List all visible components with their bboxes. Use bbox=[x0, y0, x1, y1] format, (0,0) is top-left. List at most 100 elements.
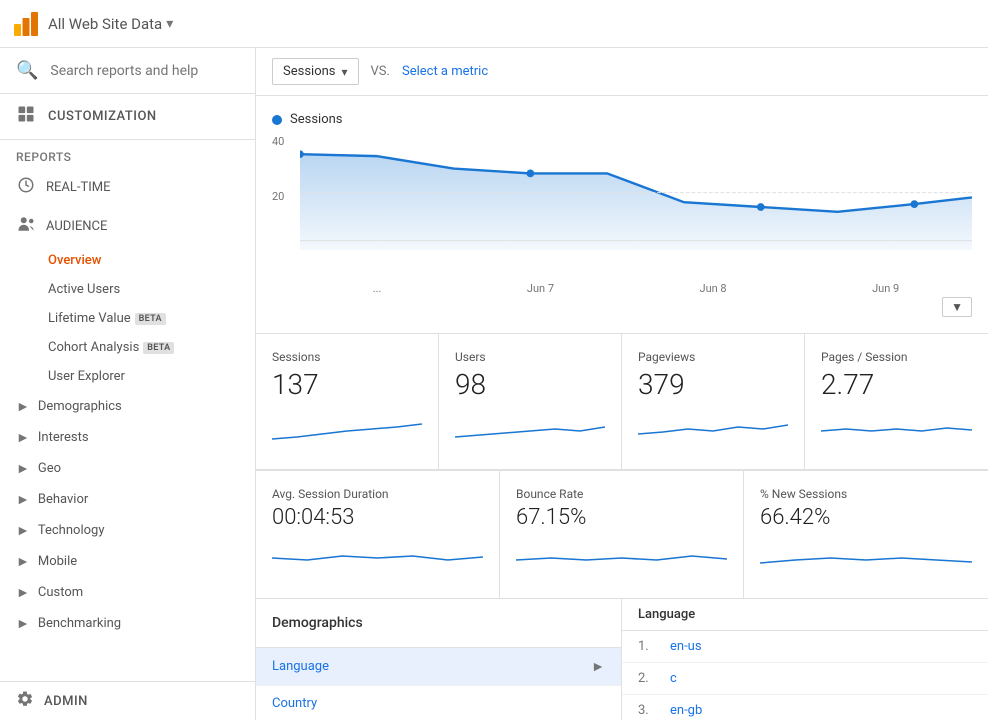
demo-item-country-link: Country bbox=[272, 696, 317, 711]
behavior-label: Behavior bbox=[38, 492, 88, 507]
stat-card-pageviews: Pageviews 379 bbox=[622, 334, 805, 470]
stat-label-pages-session: Pages / Session bbox=[821, 350, 972, 364]
site-name-text: All Web Site Data bbox=[48, 15, 162, 33]
stat-label-avg-duration: Avg. Session Duration bbox=[272, 487, 483, 501]
select-metric-link[interactable]: Select a metric bbox=[402, 64, 488, 79]
demo-item-country[interactable]: Country bbox=[256, 686, 621, 720]
search-icon: 🔍 bbox=[16, 60, 38, 81]
sidebar-sub-user-explorer[interactable]: User Explorer bbox=[0, 362, 255, 391]
sidebar-customization[interactable]: CUSTOMIZATION bbox=[0, 94, 255, 140]
stat-label-new-sessions: % New Sessions bbox=[760, 487, 972, 501]
language-table: Language 1. en-us 2. c 3. en-gb 4. en-ca bbox=[622, 599, 988, 720]
stat-card-bounce-rate: Bounce Rate 67.15% bbox=[500, 471, 744, 598]
stat-label-bounce-rate: Bounce Rate bbox=[516, 487, 727, 501]
realtime-label: REAL-TIME bbox=[46, 180, 111, 195]
lang-row-1: 1. en-us bbox=[622, 631, 988, 663]
custom-label: Custom bbox=[38, 585, 83, 600]
sessions-legend-label: Sessions bbox=[290, 112, 343, 127]
x-label-jun8: Jun 8 bbox=[700, 282, 727, 295]
stat-card-pages-session: Pages / Session 2.77 bbox=[805, 334, 988, 470]
stat-value-pages-session: 2.77 bbox=[821, 368, 972, 401]
technology-label: Technology bbox=[38, 523, 105, 538]
sidebar-item-realtime[interactable]: REAL-TIME bbox=[0, 168, 255, 207]
sessions-dropdown[interactable]: Sessions ▾ bbox=[272, 58, 359, 85]
mini-chart-sessions bbox=[272, 409, 422, 449]
demo-item-language[interactable]: Language ► bbox=[256, 648, 621, 686]
content-area: Sessions ▾ VS. Select a metric Sessions … bbox=[256, 48, 988, 720]
technology-arrow-icon: ► bbox=[16, 522, 30, 539]
stat-card-new-sessions: % New Sessions 66.42% bbox=[744, 471, 988, 598]
stat-label-sessions: Sessions bbox=[272, 350, 422, 364]
logo-area: All Web Site Data ▾ bbox=[12, 10, 173, 38]
sidebar-item-behavior[interactable]: ► Behavior bbox=[0, 484, 255, 515]
sidebar-item-demographics[interactable]: ► Demographics bbox=[0, 391, 255, 422]
stat-card-avg-duration: Avg. Session Duration 00:04:53 bbox=[256, 471, 500, 598]
sessions-legend-dot bbox=[272, 115, 282, 125]
x-label-start: ... bbox=[373, 282, 382, 295]
vs-label: VS. bbox=[371, 64, 390, 79]
reports-section-header: Reports bbox=[0, 140, 255, 168]
stat-value-sessions: 137 bbox=[272, 368, 422, 401]
chart-x-labels: ... Jun 7 Jun 8 Jun 9 bbox=[300, 282, 972, 295]
cohort-analysis-label: Cohort Analysis bbox=[48, 340, 139, 355]
mobile-arrow-icon: ► bbox=[16, 553, 30, 570]
audience-icon bbox=[16, 215, 36, 238]
lang-row-3: 3. en-gb bbox=[622, 695, 988, 720]
sidebar-sub-active-users[interactable]: Active Users bbox=[0, 275, 255, 304]
site-name[interactable]: All Web Site Data ▾ bbox=[48, 15, 173, 33]
stat-value-new-sessions: 66.42% bbox=[760, 505, 972, 530]
interests-arrow-icon: ► bbox=[16, 429, 30, 446]
stat-label-pageviews: Pageviews bbox=[638, 350, 788, 364]
demographics-arrow-icon: ► bbox=[16, 398, 30, 415]
chart-y-mid: 20 bbox=[272, 190, 284, 203]
behavior-arrow-icon: ► bbox=[16, 491, 30, 508]
realtime-icon bbox=[16, 176, 36, 199]
lifetime-value-badge: BETA bbox=[135, 313, 166, 325]
lang-link-2[interactable]: c bbox=[670, 671, 677, 686]
sidebar-sub-overview[interactable]: Overview bbox=[0, 246, 255, 275]
x-label-jun7: Jun 7 bbox=[527, 282, 554, 295]
x-label-jun9: Jun 9 bbox=[872, 282, 899, 295]
chart-area: Sessions 40 20 bbox=[256, 96, 988, 334]
stat-value-avg-duration: 00:04:53 bbox=[272, 505, 483, 530]
active-users-label: Active Users bbox=[48, 282, 120, 297]
sidebar-sub-cohort-analysis[interactable]: Cohort Analysis BETA bbox=[0, 333, 255, 362]
chart-svg bbox=[300, 135, 972, 250]
lang-link-3[interactable]: en-gb bbox=[670, 703, 702, 718]
mini-chart-avg-duration bbox=[272, 538, 483, 578]
sidebar-search[interactable]: 🔍 Search reports and help bbox=[0, 48, 255, 94]
sidebar-item-geo[interactable]: ► Geo bbox=[0, 453, 255, 484]
sidebar-item-technology[interactable]: ► Technology bbox=[0, 515, 255, 546]
mini-chart-pageviews bbox=[638, 409, 788, 449]
sidebar-item-mobile[interactable]: ► Mobile bbox=[0, 546, 255, 577]
stats-row-1: Sessions 137 Users 98 Pageviews 379 bbox=[256, 334, 988, 471]
sessions-label: Sessions bbox=[283, 64, 336, 79]
mini-chart-bounce-rate bbox=[516, 538, 727, 578]
benchmarking-arrow-icon: ► bbox=[16, 615, 30, 632]
customization-icon bbox=[16, 104, 36, 129]
stat-value-users: 98 bbox=[455, 368, 605, 401]
demo-item-language-arrow: ► bbox=[591, 658, 605, 675]
lang-num-1: 1. bbox=[638, 639, 658, 654]
sidebar-admin[interactable]: ADMIN bbox=[0, 681, 255, 720]
stat-value-pageviews: 379 bbox=[638, 368, 788, 401]
lang-num-2: 2. bbox=[638, 671, 658, 686]
search-text: Search reports and help bbox=[50, 63, 198, 79]
customization-label: CUSTOMIZATION bbox=[48, 109, 157, 124]
sessions-dropdown-icon: ▾ bbox=[342, 65, 348, 79]
sidebar-sub-lifetime-value[interactable]: Lifetime Value BETA bbox=[0, 304, 255, 333]
sidebar-item-benchmarking[interactable]: ► Benchmarking bbox=[0, 608, 255, 639]
chart-options-dropdown[interactable]: ▼ bbox=[942, 297, 972, 317]
custom-arrow-icon: ► bbox=[16, 584, 30, 601]
sidebar-item-custom[interactable]: ► Custom bbox=[0, 577, 255, 608]
demo-item-language-link: Language bbox=[272, 659, 329, 674]
sidebar-item-audience[interactable]: AUDIENCE bbox=[0, 207, 255, 246]
geo-label: Geo bbox=[38, 461, 61, 476]
demographics-nav: Demographics Language ► Country City Sys… bbox=[256, 599, 622, 720]
lang-link-1[interactable]: en-us bbox=[670, 639, 702, 654]
interests-label: Interests bbox=[38, 430, 89, 445]
mini-chart-new-sessions bbox=[760, 538, 972, 578]
sidebar-item-interests[interactable]: ► Interests bbox=[0, 422, 255, 453]
stat-card-sessions: Sessions 137 bbox=[256, 334, 439, 470]
cohort-analysis-badge: BETA bbox=[143, 342, 174, 354]
